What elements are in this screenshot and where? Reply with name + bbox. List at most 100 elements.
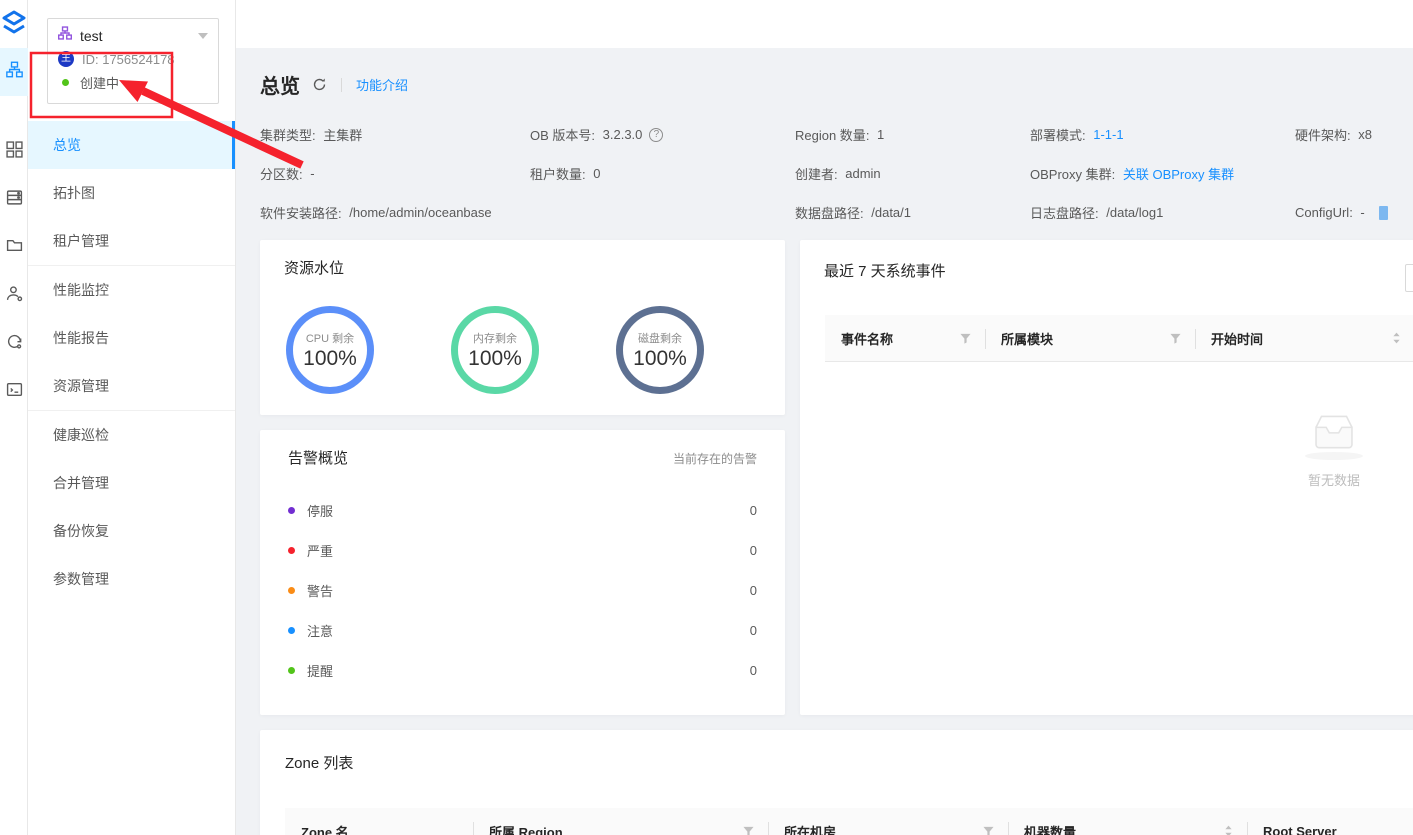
rail-item-tenant[interactable] — [0, 128, 28, 176]
sidebar-menu: 总览 拓扑图 租户管理 性能监控 性能报告 资源管理 健康巡检 合并管理 备份恢… — [28, 121, 235, 603]
empty-inbox-icon — [1309, 410, 1359, 456]
alert-row-caution: 注意 0 — [260, 610, 785, 650]
sidebar-item-health-check[interactable]: 健康巡检 — [28, 411, 235, 459]
events-table-header: 事件名称 所属模块 开始时间 — [825, 315, 1413, 362]
info-creator: 创建者admin — [795, 164, 1030, 183]
level-dot — [288, 547, 295, 554]
host-server-icon — [6, 189, 23, 211]
info-log-disk-path: 日志盘路径/data/log1 — [1030, 203, 1295, 222]
column-root-server: Root Server — [1247, 808, 1413, 835]
cluster-selector[interactable]: test 主 ID: 1756524178 创建中 — [47, 18, 219, 104]
info-config-url: ConfigUrl- — [1295, 205, 1413, 220]
level-dot — [288, 507, 295, 514]
column-start-time: 开始时间 — [1195, 315, 1413, 361]
level-dot — [288, 627, 295, 634]
system-events-card: 最近 7 天系统事件 事件名称 所属模块 开始时间 — [800, 240, 1413, 715]
sidebar-item-performance-monitoring[interactable]: 性能监控 — [28, 266, 235, 314]
question-circle-icon[interactable]: ? — [649, 128, 663, 142]
rail-item-cluster[interactable] — [0, 48, 28, 96]
ocp-cluster-overview-page: { "cluster_selector": { "name": "test", … — [0, 0, 1413, 835]
top-bar — [236, 0, 1413, 48]
rail-item-monitor[interactable] — [0, 368, 28, 416]
cluster-id: ID: 1756524178 — [82, 52, 175, 67]
info-ob-version: OB 版本号3.2.3.0 ? — [530, 125, 795, 144]
info-deploy-mode: 部署模式 1-1-1 — [1030, 125, 1295, 144]
folder-icon — [6, 237, 23, 259]
card-title: 最近 7 天系统事件 — [800, 240, 1413, 281]
column-idc: 所在机房 — [768, 808, 1008, 835]
filter-icon[interactable] — [960, 333, 971, 344]
info-data-disk-path: 数据盘路径/data/1 — [795, 203, 1030, 222]
feature-intro-link[interactable]: 功能介绍 — [356, 75, 408, 94]
zones-table-header: Zone 名 所属 Region 所在机房 机器数量 — [285, 808, 1413, 835]
info-tenant-count: 租户数量0 — [530, 164, 795, 183]
card-title: Zone 列表 — [260, 730, 1413, 773]
chevron-down-icon — [198, 33, 208, 39]
card-title: 资源水位 — [260, 240, 785, 278]
sidebar-item-backup-restore[interactable]: 备份恢复 — [28, 507, 235, 555]
column-server-count: 机器数量 — [1008, 808, 1247, 835]
info-partition-count: 分区数- — [260, 164, 530, 183]
column-event-name: 事件名称 — [825, 315, 985, 361]
resource-water-level-card: 资源水位 CPU 剩余 100% 内存剩余 100% 磁盘剩余 100% — [260, 240, 785, 415]
column-module: 所属模块 — [985, 315, 1195, 361]
zone-list-card: Zone 列表 Zone 名 所属 Region 所在机房 机器数量 — [260, 730, 1413, 835]
column-zone-name: Zone 名 — [285, 808, 473, 835]
user-node-icon — [6, 285, 23, 307]
info-obproxy: OBProxy 集群 关联 OBProxy 集群 — [1030, 164, 1295, 183]
alert-row-critical: 严重 0 — [260, 530, 785, 570]
cluster-sitemap-icon — [6, 61, 23, 83]
cycle-arrow-icon — [6, 333, 23, 355]
filter-icon[interactable] — [743, 826, 754, 835]
sorter-icon[interactable] — [1224, 824, 1233, 835]
cluster-status: 创建中 — [80, 73, 119, 92]
card-title: 告警概览 — [288, 447, 348, 468]
sidebar-item-merge-management[interactable]: 合并管理 — [28, 459, 235, 507]
alert-row-reminder: 提醒 0 — [260, 650, 785, 690]
sidebar-item-parameter-management[interactable]: 参数管理 — [28, 555, 235, 603]
info-region-count: Region 数量1 — [795, 125, 1030, 144]
cluster-sidebar: test 主 ID: 1756524178 创建中 总览 拓扑图 租户管理 性能… — [28, 0, 236, 835]
sidebar-item-tenant-management[interactable]: 租户管理 — [28, 217, 235, 265]
filter-icon[interactable] — [983, 826, 994, 835]
cpu-gauge: CPU 剩余 100% — [286, 306, 374, 394]
cluster-icon — [58, 26, 72, 45]
alerts-subtitle: 当前存在的告警 — [673, 450, 757, 467]
sidebar-item-overview[interactable]: 总览 — [28, 121, 235, 169]
level-dot — [288, 667, 295, 674]
primary-cluster-badge: 主 — [58, 51, 74, 67]
refresh-icon[interactable] — [312, 77, 327, 92]
disk-gauge: 磁盘剩余 100% — [616, 306, 704, 394]
rail-item-host[interactable] — [0, 176, 28, 224]
empty-state: 暂无数据 — [1284, 410, 1384, 489]
status-dot — [62, 79, 69, 86]
obproxy-associate-link[interactable]: 关联 OBProxy 集群 — [1123, 164, 1234, 183]
sorter-icon[interactable] — [1392, 331, 1401, 345]
sidebar-item-resource-management[interactable]: 资源管理 — [28, 362, 235, 410]
deploy-mode-link[interactable]: 1-1-1 — [1093, 127, 1123, 142]
divider — [341, 78, 342, 92]
filter-icon[interactable] — [1170, 333, 1181, 344]
rail-item-resource[interactable] — [0, 224, 28, 272]
oceanbase-logo — [0, 0, 27, 48]
monitor-icon — [6, 381, 23, 403]
icon-rail — [0, 0, 28, 835]
configurl-link-clipped[interactable] — [1379, 206, 1388, 220]
column-region: 所属 Region — [473, 808, 768, 835]
tenant-grid-icon — [6, 141, 23, 163]
alert-row-stop: 停服 0 — [260, 490, 785, 530]
memory-gauge: 内存剩余 100% — [451, 306, 539, 394]
rail-item-user[interactable] — [0, 272, 28, 320]
alert-row-warning: 警告 0 — [260, 570, 785, 610]
page-title: 总览 — [260, 70, 300, 99]
empty-text: 暂无数据 — [1284, 470, 1384, 489]
sidebar-item-performance-report[interactable]: 性能报告 — [28, 314, 235, 362]
alert-overview-card: 告警概览 当前存在的告警 停服 0 严重 0 警告 0 注意 0 — [260, 430, 785, 715]
level-dot — [288, 587, 295, 594]
rail-item-backup[interactable] — [0, 320, 28, 368]
cluster-info-grid: 集群类型主集群 OB 版本号3.2.3.0 ? Region 数量1 部署模式 … — [260, 115, 1413, 232]
info-hardware-arch: 硬件架构x8 — [1295, 125, 1413, 144]
sidebar-item-topology[interactable]: 拓扑图 — [28, 169, 235, 217]
clipped-button[interactable] — [1405, 264, 1413, 292]
cluster-name: test — [80, 28, 103, 44]
